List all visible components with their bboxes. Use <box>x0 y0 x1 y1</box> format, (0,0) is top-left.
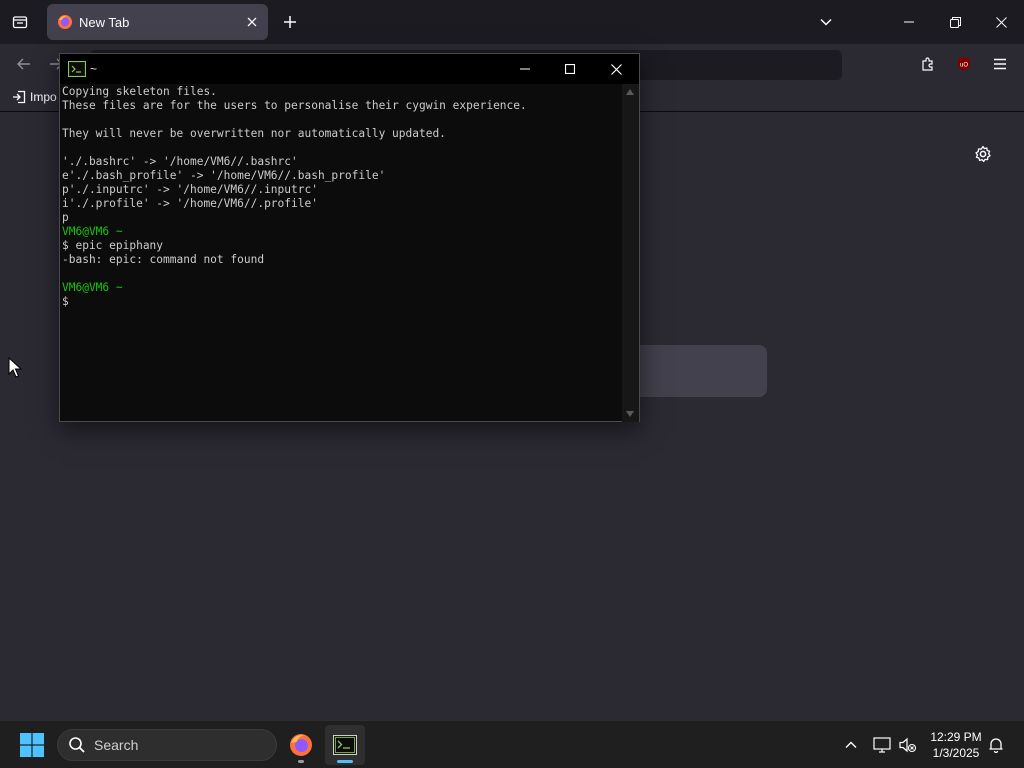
list-all-tabs-button[interactable] <box>814 10 838 34</box>
tab-close-button[interactable] <box>240 10 264 34</box>
terminal-line: e'./.bash_profile' -> '/home/VM6//.bash_… <box>62 169 386 182</box>
firefox-view-button[interactable] <box>8 10 32 34</box>
chevron-down-icon <box>820 18 832 26</box>
terminal-scrollbar[interactable] <box>622 84 639 422</box>
close-icon <box>995 16 1007 28</box>
terminal-line: These files are for the users to persona… <box>62 99 527 112</box>
clock-date: 1/3/2025 <box>932 746 980 760</box>
scroll-down-arrow-icon[interactable] <box>626 411 634 417</box>
mouse-cursor-icon <box>8 357 22 378</box>
taskbar: Search 12:29 PM 1/3/2025 <box>0 720 1024 768</box>
plus-icon <box>284 16 296 28</box>
import-bookmarks-item[interactable]: Impo <box>12 90 57 104</box>
terminal-app-icon <box>68 61 86 77</box>
puzzle-icon <box>922 57 933 71</box>
browser-restore-button[interactable] <box>932 0 978 44</box>
search-icon <box>69 737 85 753</box>
terminal-minimize-button[interactable] <box>502 54 548 84</box>
terminal-line: p'./.inputrc' -> '/home/VM6//.inputrc' <box>62 183 318 196</box>
taskbar-search-label: Search <box>94 737 139 753</box>
minimize-icon <box>520 68 530 70</box>
active-indicator <box>337 760 353 763</box>
notifications-button[interactable] <box>984 733 1008 757</box>
gear-icon <box>975 145 991 163</box>
browser-minimize-button[interactable] <box>886 0 932 44</box>
windows-logo-icon <box>20 733 44 757</box>
import-icon <box>13 90 26 104</box>
new-tab-settings-button[interactable] <box>970 141 996 167</box>
taskbar-search-box[interactable]: Search <box>57 729 277 761</box>
volume-button[interactable] <box>896 733 920 757</box>
terminal-title: ~ <box>90 62 98 76</box>
ublock-shield-icon: uO <box>958 57 970 71</box>
firefox-view-icon <box>12 16 28 29</box>
app-menu-button[interactable] <box>988 52 1012 76</box>
terminal-line: $ <box>62 295 69 308</box>
terminal-window[interactable]: ~ Copying skeleton files. These files are… <box>59 53 640 422</box>
terminal-line: './.bashrc' -> '/home/VM6//.bashrc' <box>62 155 298 168</box>
hamburger-menu-icon <box>994 58 1006 70</box>
restore-icon <box>949 16 961 28</box>
chevron-up-icon <box>845 741 857 748</box>
maximize-icon <box>565 64 575 74</box>
running-indicator <box>298 760 304 763</box>
tab-title: New Tab <box>79 14 130 30</box>
terminal-line: i'./.profile' -> '/home/VM6//.profile' <box>62 197 318 210</box>
bell-icon <box>989 738 1003 753</box>
terminal-line: VM6@VM6 ~ <box>62 281 123 294</box>
terminal-line: Copying skeleton files. <box>62 85 217 98</box>
terminal-app-icon <box>333 735 357 755</box>
minimize-icon <box>904 21 914 23</box>
terminal-line: $ epic epiphany <box>62 239 164 252</box>
terminal-close-button[interactable] <box>593 54 639 84</box>
terminal-line: VM6@VM6 ~ <box>62 225 123 238</box>
import-bookmarks-label: Impo <box>30 90 57 104</box>
clock-time: 12:29 PM <box>930 730 982 744</box>
firefox-favicon-icon <box>58 15 72 29</box>
network-monitor-icon <box>873 737 891 753</box>
svg-text:uO: uO <box>960 63 968 69</box>
close-icon <box>610 63 622 75</box>
close-icon <box>247 17 257 27</box>
taskbar-firefox-button[interactable] <box>281 725 321 765</box>
arrow-left-icon <box>17 58 30 70</box>
terminal-titlebar[interactable]: ~ <box>60 54 639 84</box>
ublock-extension-button[interactable]: uO <box>952 52 976 76</box>
scroll-up-arrow-icon[interactable] <box>626 89 634 95</box>
network-status-button[interactable] <box>870 733 894 757</box>
volume-muted-icon <box>899 737 917 753</box>
back-button[interactable] <box>12 52 36 76</box>
extensions-button[interactable] <box>916 52 940 76</box>
terminal-maximize-button[interactable] <box>547 54 593 84</box>
terminal-line: They will never be overwritten nor autom… <box>62 127 446 140</box>
browser-tabstrip: New Tab <box>0 0 1024 44</box>
terminal-output[interactable]: Copying skeleton files. These files are f… <box>61 84 622 422</box>
taskbar-terminal-button[interactable] <box>325 725 365 765</box>
system-clock[interactable]: 12:29 PM 1/3/2025 <box>922 729 990 761</box>
terminal-line: -bash: epic: command not found <box>62 253 265 266</box>
show-hidden-icons-button[interactable] <box>839 733 863 757</box>
terminal-line: p <box>62 211 69 224</box>
browser-close-button[interactable] <box>978 0 1024 44</box>
tab-new-tab[interactable]: New Tab <box>47 4 268 40</box>
new-tab-search-box[interactable] <box>620 345 767 397</box>
start-button[interactable] <box>14 729 50 761</box>
new-tab-button[interactable] <box>278 10 302 34</box>
firefox-icon <box>290 734 312 756</box>
